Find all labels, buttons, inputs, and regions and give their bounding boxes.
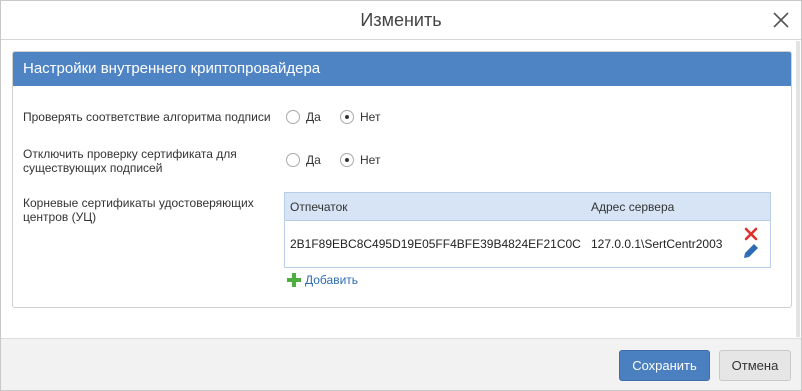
- pencil-icon[interactable]: [743, 243, 759, 259]
- root-certs-label: Корневые сертификаты удостоверяющих цент…: [23, 196, 254, 224]
- dialog-footer: Сохранить Отмена: [1, 338, 801, 390]
- crypto-settings-panel: Настройки внутреннего криптопровайдера П…: [12, 51, 792, 308]
- root-certs-label-line: Корневые сертификаты удостоверяющих: [23, 196, 254, 210]
- plus-icon: [287, 273, 301, 287]
- check-algorithm-no-radio[interactable]: Нет: [340, 110, 380, 124]
- column-header-thumbprint[interactable]: Отпечаток: [290, 193, 348, 221]
- disable-cert-check-yes-radio[interactable]: Да: [286, 153, 321, 167]
- radio-label: Да: [306, 153, 321, 167]
- radio-label: Нет: [360, 153, 381, 167]
- check-algorithm-label-line: Проверять соответствие алгоритма подписи: [23, 110, 271, 124]
- scrollbar[interactable]: [796, 41, 800, 337]
- disable-cert-check-label-line: существующих подписей: [23, 161, 163, 175]
- cert-server-address: 127.0.0.1\SertCentr2003: [591, 237, 723, 251]
- panel-header: Настройки внутреннего криптопровайдера: [13, 52, 791, 86]
- radio-label: Нет: [360, 110, 381, 124]
- add-cert-label: Добавить: [305, 273, 359, 287]
- disable-cert-check-label-line: Отключить проверку сертификата для: [23, 147, 237, 161]
- radio-circle: [286, 153, 300, 167]
- column-header-server[interactable]: Адрес сервера: [591, 193, 674, 221]
- save-button[interactable]: Сохранить: [619, 350, 710, 381]
- root-certs-label-line: центров (УЦ): [23, 210, 97, 224]
- dialog-titlebar: Изменить: [1, 1, 801, 40]
- radio-circle: [340, 110, 354, 124]
- table-row[interactable]: 2B1F89EBC8C495D19E05FF4BFE39B4824EF21C0C…: [285, 222, 770, 267]
- radio-circle: [286, 110, 300, 124]
- edit-dialog: Изменить Настройки внутреннего криптопро…: [0, 0, 802, 391]
- check-algorithm-yes-radio[interactable]: Да: [286, 110, 321, 124]
- disable-cert-check-label: Отключить проверку сертификата для сущес…: [23, 147, 237, 175]
- cancel-button[interactable]: Отмена: [719, 350, 791, 381]
- add-cert-link[interactable]: Добавить: [287, 273, 358, 287]
- panel-title: Настройки внутреннего криптопровайдера: [23, 60, 321, 77]
- disable-cert-check-no-radio[interactable]: Нет: [340, 153, 380, 167]
- delete-icon[interactable]: [744, 227, 758, 241]
- cert-thumbprint: 2B1F89EBC8C495D19E05FF4BFE39B4824EF21C0C: [290, 237, 581, 251]
- check-algorithm-label: Проверять соответствие алгоритма подписи: [23, 110, 271, 124]
- close-icon[interactable]: [769, 8, 793, 32]
- radio-label: Да: [306, 110, 321, 124]
- root-certs-table: Отпечаток Адрес сервера 2B1F89EBC8C495D1…: [284, 192, 771, 268]
- radio-circle: [340, 153, 354, 167]
- table-header: Отпечаток Адрес сервера: [285, 193, 770, 221]
- dialog-title: Изменить: [360, 10, 442, 30]
